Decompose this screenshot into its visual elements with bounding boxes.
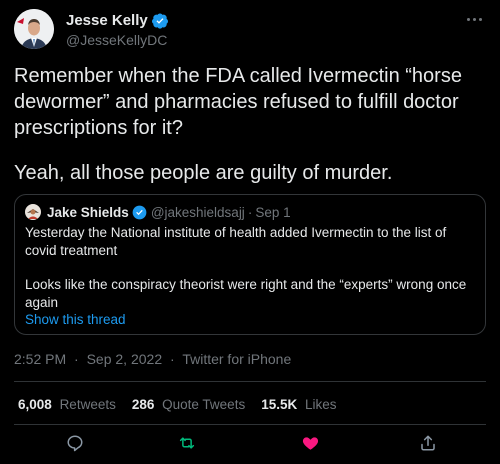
quoted-text-paragraph: Yesterday the National institute of heal… <box>25 225 447 258</box>
quoted-author-avatar <box>25 204 41 220</box>
quoted-author-handle: @jakeshieldsajj <box>150 204 245 220</box>
share-icon[interactable] <box>417 433 439 453</box>
retweets-stat[interactable]: 6,008 Retweets <box>18 397 116 412</box>
quoted-tweet-card[interactable]: Jake Shields @jakeshieldsajj · Sep 1 Yes… <box>14 194 486 335</box>
verified-badge-icon <box>132 205 147 219</box>
more-options-icon[interactable] <box>462 12 486 26</box>
tweet-time[interactable]: 2:52 PM <box>14 351 66 367</box>
quotes-stat[interactable]: 286 Quote Tweets <box>132 397 245 412</box>
quotes-label: Quote Tweets <box>162 397 246 412</box>
author-avatar[interactable] <box>14 9 54 49</box>
author-name[interactable]: Jesse Kelly <box>66 12 148 29</box>
tweet-source[interactable]: Twitter for iPhone <box>182 351 291 367</box>
reply-icon[interactable] <box>64 433 86 453</box>
tweet-detail: Jesse Kelly @JesseKellyDC Remember when … <box>0 0 500 464</box>
divider <box>14 424 486 425</box>
separator-dot: · <box>170 351 175 367</box>
tweet-text: Remember when the FDA called Ivermectin … <box>14 63 484 186</box>
quoted-text-paragraph: Looks like the conspiracy theorist were … <box>25 277 467 310</box>
author-name-row[interactable]: Jesse Kelly <box>66 12 168 29</box>
likes-count: 15.5K <box>261 397 298 412</box>
show-thread-link[interactable]: Show this thread <box>25 312 126 327</box>
separator-dot: · <box>74 351 79 367</box>
quoted-tweet-header: Jake Shields @jakeshieldsajj · Sep 1 <box>25 204 291 220</box>
likes-stat[interactable]: 15.5K Likes <box>261 397 336 412</box>
divider <box>14 381 486 382</box>
quoted-tweet-date: Sep 1 <box>255 204 291 220</box>
like-icon[interactable] <box>299 433 321 453</box>
tweet-stats: 6,008 Retweets 286 Quote Tweets 15.5K Li… <box>18 397 353 412</box>
tweet-date[interactable]: Sep 2, 2022 <box>87 351 163 367</box>
quoted-author-name: Jake Shields <box>47 204 129 220</box>
retweets-label: Retweets <box>59 397 116 412</box>
likes-label: Likes <box>305 397 337 412</box>
tweet-text-paragraph: Yeah, all those people are guilty of mur… <box>14 162 393 184</box>
quotes-count: 286 <box>131 397 155 412</box>
separator-dot: · <box>247 204 253 220</box>
tweet-meta: 2:52 PM · Sep 2, 2022 · Twitter for iPho… <box>14 351 291 367</box>
author-handle[interactable]: @JesseKellyDC <box>66 32 167 48</box>
verified-badge-icon <box>151 12 168 29</box>
tweet-text-paragraph: Remember when the FDA called Ivermectin … <box>14 65 462 139</box>
retweet-icon[interactable] <box>176 433 198 453</box>
retweets-count: 6,008 <box>18 397 52 412</box>
quoted-tweet-text: Yesterday the National institute of heal… <box>25 224 475 311</box>
